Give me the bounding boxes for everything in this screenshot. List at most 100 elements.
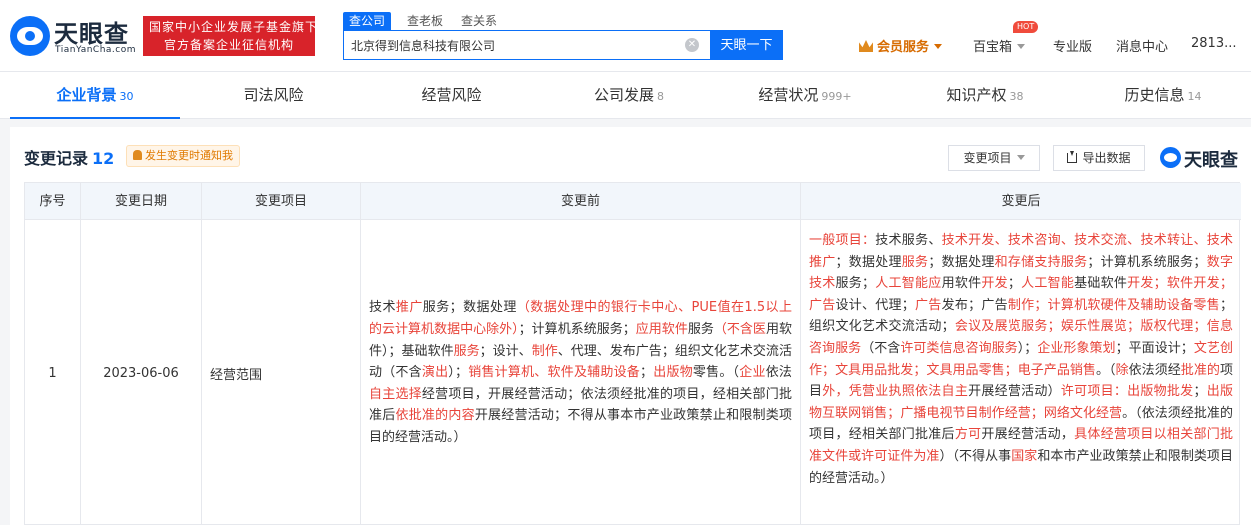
notify-on-change-button[interactable]: 发生变更时通知我 [126,145,240,167]
cell-item: 经营范围 [202,220,361,525]
highlighted-change: 国家 [1011,448,1038,464]
highlighted-change: 外，凭营业执照依法自主 [822,384,969,400]
change-records-table: 序号 变更日期 变更项目 变更前 变更后 1 2023-06-06 经营范围 技… [24,182,1241,525]
brand-name: 天眼查 [54,20,129,48]
crown-icon [859,40,873,52]
col-header-item: 变更项目 [202,183,361,220]
bell-icon [133,150,142,160]
text-segment: ； [1193,384,1207,400]
record-count: 12 [92,149,115,168]
tab-operation-risk[interactable]: 经营风险 [368,72,538,119]
tab-relation[interactable]: 查关系 [461,12,497,29]
text-segment: 开展经营活动， [981,427,1075,443]
highlighted-change: 制作 [531,343,558,359]
before-content: 技术推广服务；数据处理（数据处理中的银行卡中心、PUE值在1.5以上的云计算机数… [369,297,792,448]
highlighted-change: 制作；计算机软硬件及辅助设备零售 [1007,297,1220,313]
text-segment: ；计算机系统服务； [518,322,636,338]
download-icon [1067,151,1078,163]
text-segment: 依法须经 [1128,362,1181,378]
highlighted-change: （不含医 [713,322,766,338]
tab-company-development[interactable]: 公司发展 8 [544,72,714,119]
text-segment: ；数据处理 [835,254,902,270]
text-segment: ）； [1017,340,1038,356]
message-center-link[interactable]: 消息中心 [1116,36,1168,55]
text-segment: 发布；广告 [941,297,1008,313]
col-header-index: 序号 [25,183,81,220]
highlighted-change: 服务 [901,254,929,270]
highlighted-change: 开发 [981,276,1008,292]
text-segment: ； [1007,276,1021,292]
highlighted-change: 应用软件 [635,322,688,338]
eye-logo-icon [1160,147,1181,168]
text-segment: 。（ [1095,362,1116,378]
cell-index: 1 [25,220,81,525]
highlighted-change: 企业 [739,365,766,381]
text-segment: 基础软件 [1074,276,1128,292]
highlighted-change: 依批准的内容 [395,408,475,424]
brand-logo[interactable]: 天眼查 TianYanCha.com [10,14,137,58]
brand-domain: TianYanCha.com [55,45,137,55]
gov-badge: 国家中小企业发展子基金旗下 官方备案企业征信机构 [143,16,315,56]
highlighted-change: 许可项目：出版物批发 [1060,384,1194,400]
search-input[interactable] [344,31,684,59]
text-segment: ）； [448,365,469,381]
category-tabs: 企业背景 30 司法风险 经营风险 公司发展 8 经营状况 999+ 知识产权 38 历… [0,72,1251,119]
top-header: 天眼查 TianYanCha.com 国家中小企业发展子基金旗下 官方备案企业征… [0,0,1251,72]
change-item-filter[interactable]: 变更项目 [948,145,1040,171]
tab-boss[interactable]: 查老板 [407,12,443,29]
pro-version-link[interactable]: 专业版 [1053,36,1092,55]
text-segment: 技术服务、 [875,233,942,248]
clear-icon[interactable]: ✕ [685,38,699,52]
text-segment: ；计算机系统服务； [1087,254,1207,270]
highlighted-change: 批准的 [1180,362,1220,378]
highlighted-change: 广告 [914,297,942,313]
change-records-card: 变更记录 12 发生变更时通知我 变更项目 导出数据 天眼查 序号 变更日期 变更… [10,127,1251,525]
after-content: 一般项目：技术服务、技术开发、技术咨询、技术交流、技术转让、技术推广；数据处理服… [809,230,1233,489]
text-segment: ；数据处理 [928,254,995,270]
text-segment: 零售。（ [692,365,740,381]
highlighted-change: 人工智能应 [875,276,942,292]
highlighted-change: 方可 [954,427,982,443]
text-segment: 服务；数据处理 [422,300,517,316]
account-menu[interactable]: 2813... [1191,36,1236,51]
highlighted-change: 和存储支持服务 [994,254,1088,270]
chevron-down-icon [1016,155,1025,160]
text-segment: 依法 [765,365,792,381]
highlighted-change: 销售计算机、软件及辅助设备 [468,365,641,381]
highlighted-change: 推广 [395,300,423,316]
toolbox-menu[interactable]: 百宝箱 [973,36,1026,55]
highlighted-change: 演出 [421,365,449,381]
text-segment: 设计、代理； [835,297,915,313]
highlighted-change: 企业形象策划 [1037,340,1116,356]
cell-after: 一般项目：技术服务、技术开发、技术咨询、技术交流、技术转让、技术推广；数据处理服… [801,220,1241,525]
search-button[interactable]: 天眼一下 [710,30,783,60]
tab-history-info[interactable]: 历史信息 14 [1078,72,1248,119]
text-segment: 技术 [369,300,396,316]
text-segment: ； [640,365,654,381]
col-header-after: 变更后 [1001,194,1041,209]
col-header-before: 变更前 [361,183,801,220]
text-segment: ；平面设计； [1115,340,1194,356]
text-segment: 用软件 [941,276,982,292]
tab-operation-status[interactable]: 经营状况 999+ [720,72,890,119]
chevron-down-icon [1017,44,1026,49]
tab-intellectual-property[interactable]: 知识产权 38 [900,72,1070,119]
chevron-down-icon [934,44,943,49]
vip-service-menu[interactable]: 会员服务 [859,36,943,55]
tab-judicial-risk[interactable]: 司法风险 [190,72,360,119]
tab-enterprise-background[interactable]: 企业背景 30 [10,72,180,119]
cell-before: 技术推广服务；数据处理（数据处理中的银行卡中心、PUE值在1.5以上的云计算机数… [361,220,801,525]
tab-company[interactable]: 查公司 [343,12,392,30]
export-data-button[interactable]: 导出数据 [1053,145,1145,171]
text-segment: 开展经营活动） [968,384,1061,400]
highlighted-change: 一般项目： [809,233,876,248]
hot-badge: HOT [1013,21,1039,33]
text-segment: ）（不得从事 [939,448,1012,464]
highlighted-change: 除 [1115,362,1129,378]
highlighted-change: 人工智能 [1020,276,1075,292]
highlighted-change: 出版物 [653,365,693,381]
cell-date: 2023-06-06 [81,220,202,525]
text-segment: （不含 [861,340,901,356]
text-segment: 服务； [835,276,876,292]
highlighted-change: 自主选择 [369,386,422,402]
